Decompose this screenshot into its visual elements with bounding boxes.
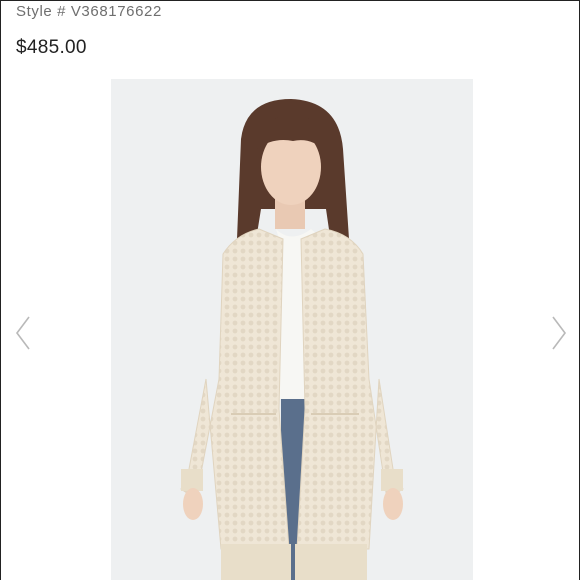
product-image[interactable]: [111, 79, 473, 580]
gallery-next-button[interactable]: [547, 313, 569, 353]
chevron-left-icon: [16, 316, 30, 350]
price-label: $485.00: [16, 37, 87, 58]
chevron-right-icon: [552, 316, 566, 350]
style-number: Style # V368176622: [16, 3, 162, 20]
gallery-prev-button[interactable]: [13, 313, 35, 353]
product-page: Style # V368176622 $485.00: [0, 0, 580, 580]
model-photo: [111, 79, 473, 580]
